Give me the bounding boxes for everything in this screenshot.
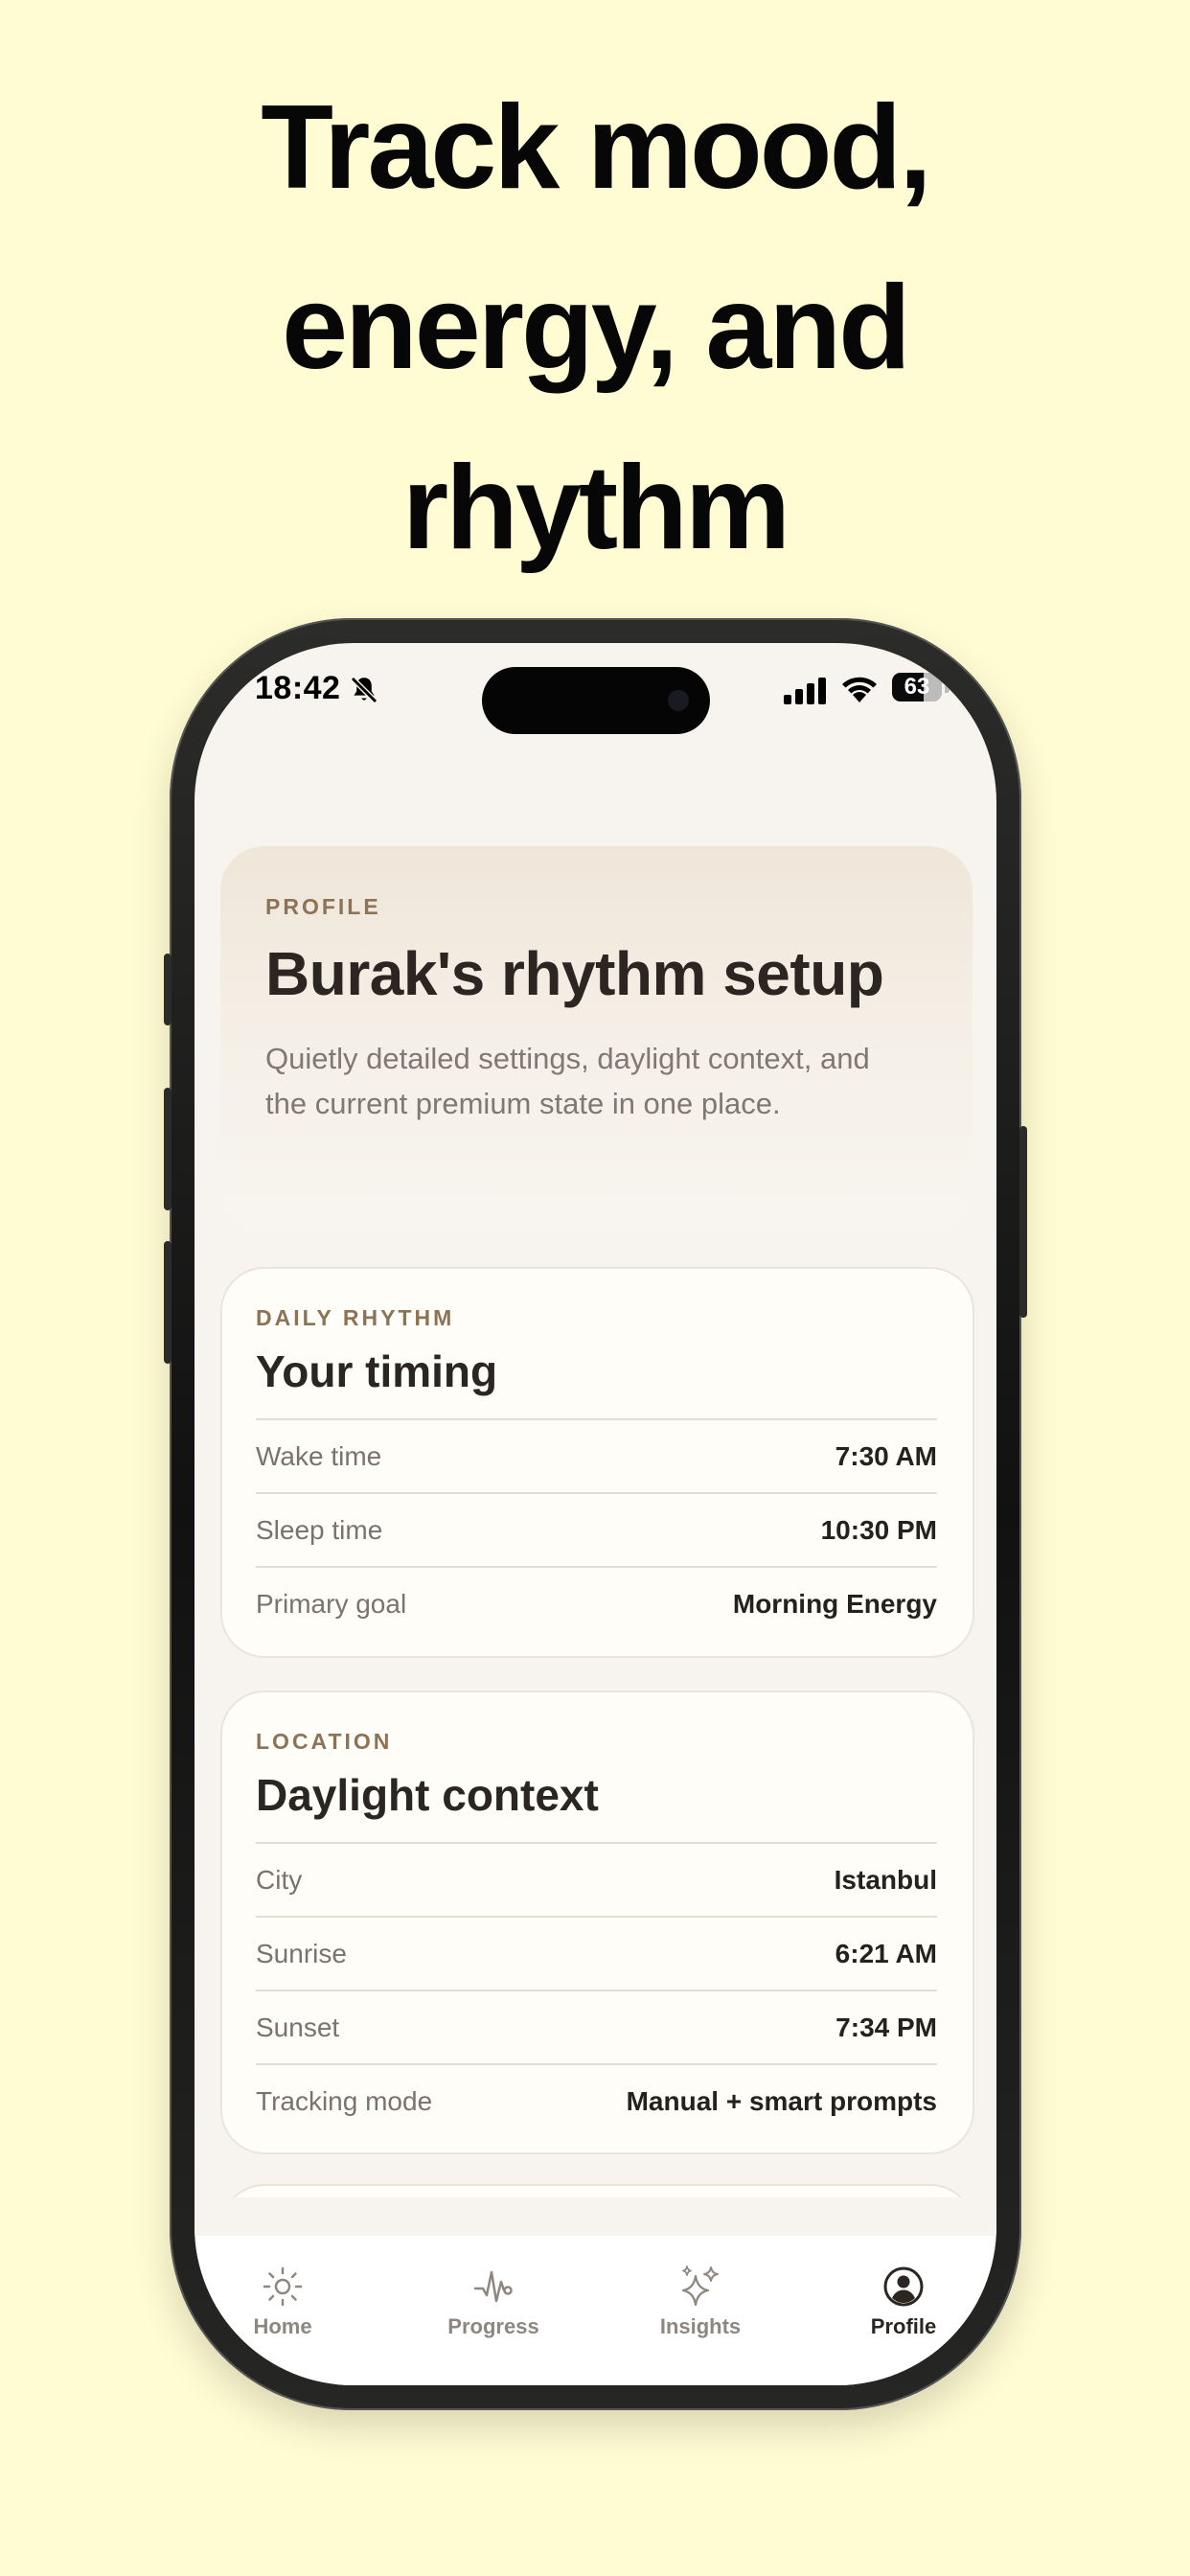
- pulse-icon: [473, 2270, 513, 2303]
- location-list: City Istanbul Sunrise 6:21 AM Sunset 7:3…: [256, 1842, 937, 2137]
- setting-row-wake-time[interactable]: Wake time 7:30 AM: [256, 1418, 937, 1492]
- tab-label: Profile: [870, 2314, 937, 2338]
- location-eyebrow: LOCATION: [256, 1729, 393, 1754]
- power-button: [1019, 1126, 1027, 1318]
- setting-row-sunrise[interactable]: Sunrise 6:21 AM: [256, 1916, 937, 1990]
- phone-frame: 18:42 63 PROFILE Burak's rhythm setup Qu…: [164, 618, 1027, 2410]
- daily-rhythm-card: DAILY RHYTHM Your timing Wake time 7:30 …: [220, 1267, 974, 1658]
- profile-description: Quietly detailed settings, daylight cont…: [265, 1042, 870, 1120]
- marketing-headline: Track mood, energy, and rhythm: [0, 58, 1190, 598]
- sparkles-icon: [681, 2266, 719, 2307]
- location-title: Daylight context: [256, 1770, 599, 1820]
- action-button: [164, 954, 172, 1025]
- person-circle-icon: [883, 2266, 924, 2307]
- daily-rhythm-eyebrow: DAILY RHYTHM: [256, 1305, 455, 1330]
- battery-icon: 63: [892, 673, 942, 702]
- setting-row-city[interactable]: City Istanbul: [256, 1842, 937, 1916]
- status-bar: 18:42 63: [195, 643, 996, 748]
- cellular-signal-icon: [784, 678, 826, 704]
- row-value: Istanbul: [834, 1865, 937, 1895]
- row-value: Manual + smart prompts: [626, 2086, 937, 2116]
- row-label: Wake time: [256, 1441, 382, 1471]
- row-label: Sleep time: [256, 1515, 383, 1545]
- setting-row-sunset[interactable]: Sunset 7:34 PM: [256, 1990, 937, 2063]
- wifi-icon: [842, 677, 877, 702]
- profile-title: Burak's rhythm setup: [265, 939, 884, 1008]
- row-label: Primary goal: [256, 1589, 407, 1619]
- daily-rhythm-list: Wake time 7:30 AM Sleep time 10:30 PM Pr…: [256, 1418, 937, 1640]
- profile-eyebrow: PROFILE: [265, 894, 381, 919]
- row-value: 7:30 AM: [835, 1441, 937, 1471]
- daily-rhythm-title: Your timing: [256, 1346, 498, 1396]
- battery-nub: [945, 682, 950, 693]
- battery-percent: 63: [904, 674, 930, 700]
- setting-row-sleep-time[interactable]: Sleep time 10:30 PM: [256, 1492, 937, 1566]
- setting-row-tracking-mode[interactable]: Tracking mode Manual + smart prompts: [256, 2063, 937, 2137]
- tab-insights[interactable]: Insights: [614, 2263, 787, 2339]
- tab-label: Home: [253, 2314, 312, 2338]
- tab-bar: Home Progress Insights Profile: [195, 2236, 996, 2385]
- row-label: City: [256, 1865, 303, 1895]
- row-label: Sunset: [256, 2012, 340, 2042]
- bell-slash-icon: [350, 676, 378, 704]
- dynamic-island: [482, 667, 710, 734]
- tab-label: Progress: [447, 2314, 539, 2338]
- headline-line-2: energy, and: [282, 262, 911, 394]
- row-label: Sunrise: [256, 1939, 347, 1968]
- location-card: LOCATION Daylight context City Istanbul …: [220, 1690, 974, 2154]
- row-value: 7:34 PM: [835, 2012, 937, 2042]
- row-value: 10:30 PM: [820, 1515, 937, 1545]
- tab-profile[interactable]: Profile: [817, 2263, 990, 2339]
- headline-line-1: Track mood,: [261, 81, 931, 214]
- status-time: 18:42: [255, 670, 341, 706]
- scroll-clip: [195, 2197, 996, 2236]
- setting-row-primary-goal[interactable]: Primary goal Morning Energy: [256, 1566, 937, 1640]
- tab-label: Insights: [659, 2314, 742, 2338]
- headline-line-3: rhythm: [401, 442, 790, 574]
- tab-progress[interactable]: Progress: [407, 2263, 580, 2339]
- phone-screen: 18:42 63 PROFILE Burak's rhythm setup Qu…: [195, 643, 996, 2385]
- sun-icon: [263, 2266, 303, 2307]
- volume-up-button: [164, 1088, 172, 1210]
- tab-home[interactable]: Home: [196, 2263, 369, 2339]
- row-value: 6:21 AM: [835, 1939, 937, 1968]
- row-value: Morning Energy: [732, 1589, 937, 1619]
- profile-hero-card: PROFILE Burak's rhythm setup Quietly det…: [220, 846, 973, 1234]
- volume-down-button: [164, 1241, 172, 1364]
- row-label: Tracking mode: [256, 2086, 433, 2116]
